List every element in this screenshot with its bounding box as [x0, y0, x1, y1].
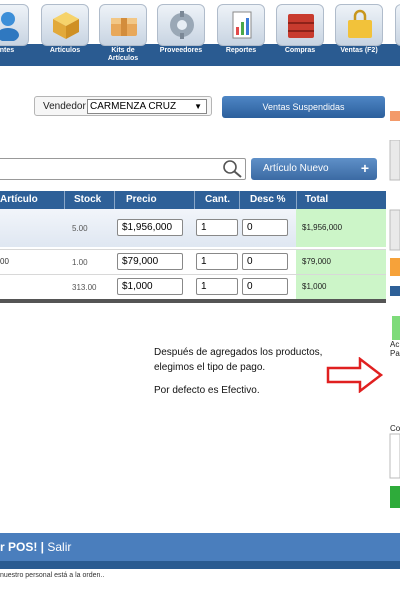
quantity-input[interactable]: 1: [196, 219, 238, 236]
nav-item-sales[interactable]: Ventas (F2): [332, 4, 386, 66]
right-panel-text-p: Pa: [390, 349, 400, 358]
discount-input[interactable]: 0: [242, 278, 288, 295]
header-divider: [239, 191, 240, 209]
search-input[interactable]: [0, 158, 246, 180]
header-divider: [296, 191, 297, 209]
note-line-1: Después de agregados los productos,: [154, 347, 323, 358]
nav-label-kits: Kits de Artículos: [107, 47, 139, 62]
row-total: $1,000: [296, 275, 386, 299]
header-article: Artículo: [0, 194, 38, 205]
pos-sales-screen: entes Artículos Kits de Artículos Provee…: [0, 0, 400, 600]
row-stock: 1.00: [72, 258, 88, 267]
discount-input[interactable]: 0: [242, 253, 288, 270]
footer-separator: |: [37, 540, 48, 554]
nav-label-reports: Reportes: [225, 47, 257, 54]
discount-input[interactable]: 0: [242, 219, 288, 236]
header-divider: [194, 191, 195, 209]
note-line-3: Por defecto es Efectivo.: [154, 385, 260, 396]
header-discount: Desc %: [250, 194, 286, 205]
sales-icon: [335, 4, 383, 46]
nav-label-purchases: Compras: [284, 47, 316, 54]
clients-icon: [0, 4, 29, 46]
logout-link[interactable]: Salir: [47, 540, 71, 554]
price-input[interactable]: $1,000: [117, 278, 183, 295]
nav-item-kits[interactable]: Kits de Artículos: [96, 4, 150, 66]
new-article-button[interactable]: Artículo Nuevo +: [251, 158, 377, 180]
row-total: $79,000: [296, 250, 386, 274]
price-input[interactable]: $1,956,000: [117, 219, 183, 236]
vendor-label: Vendedor: [43, 101, 86, 112]
reports-icon: [217, 4, 265, 46]
top-navigation: entes Artículos Kits de Artículos Provee…: [0, 0, 400, 66]
table-row[interactable]: 5.00 $1,956,000 1 0 $1,956,000: [0, 209, 386, 247]
vendor-selected-value: CARMENZA CRUZ: [90, 101, 177, 112]
right-panel-text-c: Co: [390, 424, 400, 433]
nav-item-purchases[interactable]: Compras: [273, 4, 327, 66]
table-bottom-border: [0, 299, 386, 303]
purchases-icon: [276, 4, 324, 46]
row-total: $1,956,000: [296, 209, 386, 247]
new-article-label: Artículo Nuevo: [263, 163, 329, 174]
more-icon: [395, 4, 400, 46]
cart-table-header: Artículo Stock Precio Cant. Desc % Total: [0, 191, 386, 209]
row-stock: 313.00: [72, 283, 97, 292]
suspended-sales-button[interactable]: Ventas Suspendidas: [222, 96, 385, 118]
suppliers-icon: [157, 4, 205, 46]
footer-strip: [0, 561, 400, 569]
table-row[interactable]: 00 1.00 $79,000 1 0 $79,000: [0, 249, 386, 274]
quantity-input[interactable]: 1: [196, 253, 238, 270]
articles-box-icon: [41, 4, 89, 46]
price-input[interactable]: $79,000: [117, 253, 183, 270]
nav-label-suppliers: Proveedores: [159, 47, 203, 54]
note-line-2: elegimos el tipo de pago.: [154, 362, 266, 373]
table-row[interactable]: 313.00 $1,000 1 0 $1,000: [0, 274, 386, 299]
nav-label-sales: Ventas (F2): [340, 47, 378, 54]
nav-label-articles: Artículos: [49, 47, 81, 54]
red-arrow-icon: [326, 357, 384, 393]
search-icon[interactable]: [222, 159, 244, 179]
header-divider: [114, 191, 115, 209]
nav-item-articles[interactable]: Artículos: [38, 4, 92, 66]
nav-item-suppliers[interactable]: Proveedores: [154, 4, 208, 66]
header-total: Total: [305, 194, 329, 205]
header-price: Precio: [126, 194, 157, 205]
header-stock: Stock: [74, 194, 102, 205]
header-qty: Cant.: [205, 194, 230, 205]
plus-icon: +: [360, 160, 369, 176]
footer-links: r POS! | Salir: [0, 540, 71, 554]
row-stock: 5.00: [72, 224, 88, 233]
row-article[interactable]: 00: [0, 257, 9, 266]
nav-item-clients[interactable]: entes: [0, 4, 32, 66]
right-side-panel: [389, 140, 400, 508]
right-panel-text-a: Ac: [390, 340, 400, 349]
chevron-down-icon: ▼: [194, 102, 202, 111]
vendor-selector: Vendedor CARMENZA CRUZ ▼: [34, 96, 212, 116]
nav-label-clients: entes: [0, 47, 15, 54]
header-divider: [64, 191, 65, 209]
right-panel-orange-tab[interactable]: [390, 111, 400, 121]
vendor-dropdown[interactable]: CARMENZA CRUZ ▼: [87, 99, 207, 114]
nav-item-reports[interactable]: Reportes: [214, 4, 268, 66]
footer-brand: r POS!: [0, 540, 38, 554]
nav-item-more[interactable]: [392, 4, 400, 66]
kits-icon: [99, 4, 147, 46]
quantity-input[interactable]: 1: [196, 278, 238, 295]
footer-message: nuestro personal está a la orden..: [0, 572, 105, 579]
